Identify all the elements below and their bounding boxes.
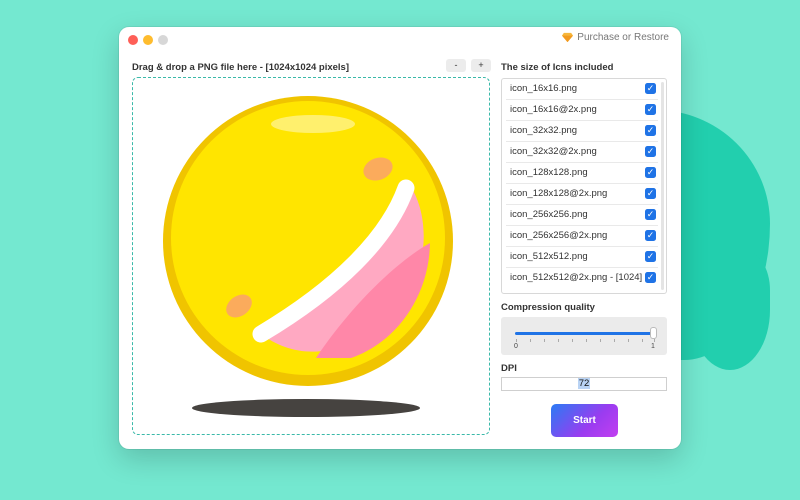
app-window: Purchase or Restore Drag & drop a PNG fi… — [119, 27, 681, 449]
icns-sizes-list: icon_16x16.png ✓ icon_16x16@2x.png ✓ ico… — [501, 78, 667, 294]
title-bar: Purchase or Restore — [119, 27, 681, 51]
list-scrollbar[interactable] — [661, 82, 664, 290]
list-item: icon_256x256@2x.png ✓ — [506, 226, 658, 247]
checkbox-checked-icon[interactable]: ✓ — [645, 125, 656, 136]
slider-tick — [628, 339, 629, 342]
checkbox-checked-icon[interactable]: ✓ — [645, 251, 656, 262]
png-drop-zone[interactable] — [132, 77, 490, 435]
slider-tick — [516, 339, 517, 342]
icns-sizes-title: The size of Icns included — [501, 62, 614, 73]
list-item: icon_128x128.png ✓ — [506, 163, 658, 184]
checkbox-checked-icon[interactable]: ✓ — [645, 83, 656, 94]
list-item-label: icon_256x256@2x.png — [510, 230, 608, 241]
slider-knob[interactable] — [651, 328, 656, 338]
checkbox-checked-icon[interactable]: ✓ — [645, 104, 656, 115]
start-button[interactable]: Start — [551, 404, 618, 437]
icon-preview-image — [163, 96, 453, 417]
list-item: icon_32x32@2x.png ✓ — [506, 142, 658, 163]
slider-tick — [614, 339, 615, 342]
list-item-label: icon_16x16@2x.png — [510, 104, 597, 115]
list-item: icon_512x512@2x.png - [1024] ✓ — [506, 268, 658, 289]
list-item: icon_16x16@2x.png ✓ — [506, 100, 658, 121]
compression-slider[interactable]: 0 1 — [501, 317, 667, 355]
list-item: icon_32x32.png ✓ — [506, 121, 658, 142]
list-item: icon_256x256.png ✓ — [506, 205, 658, 226]
list-item-label: icon_128x128@2x.png — [510, 188, 608, 199]
dpi-value: 72 — [577, 378, 591, 389]
compression-title: Compression quality — [501, 302, 595, 313]
list-item-label: icon_128x128.png — [510, 167, 588, 178]
checkbox-checked-icon[interactable]: ✓ — [645, 209, 656, 220]
list-item: icon_512x512.png ✓ — [506, 247, 658, 268]
checkbox-checked-icon[interactable]: ✓ — [645, 272, 656, 283]
minimize-button[interactable] — [143, 35, 153, 45]
background-blob-tail — [690, 250, 770, 370]
close-button[interactable] — [128, 35, 138, 45]
slider-tick — [544, 339, 545, 342]
zoom-in-button[interactable]: + — [471, 59, 491, 72]
checkbox-checked-icon[interactable]: ✓ — [645, 188, 656, 199]
list-item: icon_128x128@2x.png ✓ — [506, 184, 658, 205]
slider-tick — [572, 339, 573, 342]
list-item-label: icon_512x512@2x.png - [1024] — [510, 272, 643, 283]
diamond-icon — [562, 32, 574, 43]
checkbox-checked-icon[interactable]: ✓ — [645, 146, 656, 157]
slider-tick — [600, 339, 601, 342]
list-item-label: icon_32x32.png — [510, 125, 578, 136]
zoom-button[interactable] — [158, 35, 168, 45]
slider-tick — [586, 339, 587, 342]
dpi-title: DPI — [501, 363, 517, 374]
slider-min-label: 0 — [514, 343, 518, 350]
checkbox-checked-icon[interactable]: ✓ — [645, 230, 656, 241]
list-item-label: icon_256x256.png — [510, 209, 588, 220]
purchase-restore-link[interactable]: Purchase or Restore — [562, 32, 669, 43]
list-item: icon_16x16.png ✓ — [506, 79, 658, 100]
checkbox-checked-icon[interactable]: ✓ — [645, 167, 656, 178]
purchase-restore-label: Purchase or Restore — [577, 32, 669, 43]
slider-tick — [530, 339, 531, 342]
slider-max-label: 1 — [651, 343, 655, 350]
slider-tick — [558, 339, 559, 342]
slider-track — [515, 332, 653, 335]
drop-zone-label: Drag & drop a PNG file here - [1024x1024… — [132, 62, 350, 73]
dpi-input[interactable]: 72 — [501, 377, 667, 391]
zoom-out-button[interactable]: - — [446, 59, 466, 72]
list-item-label: icon_512x512.png — [510, 251, 588, 262]
slider-tick — [642, 339, 643, 342]
slider-tick — [654, 339, 655, 342]
list-item-label: icon_16x16.png — [510, 83, 578, 94]
list-item-label: icon_32x32@2x.png — [510, 146, 597, 157]
